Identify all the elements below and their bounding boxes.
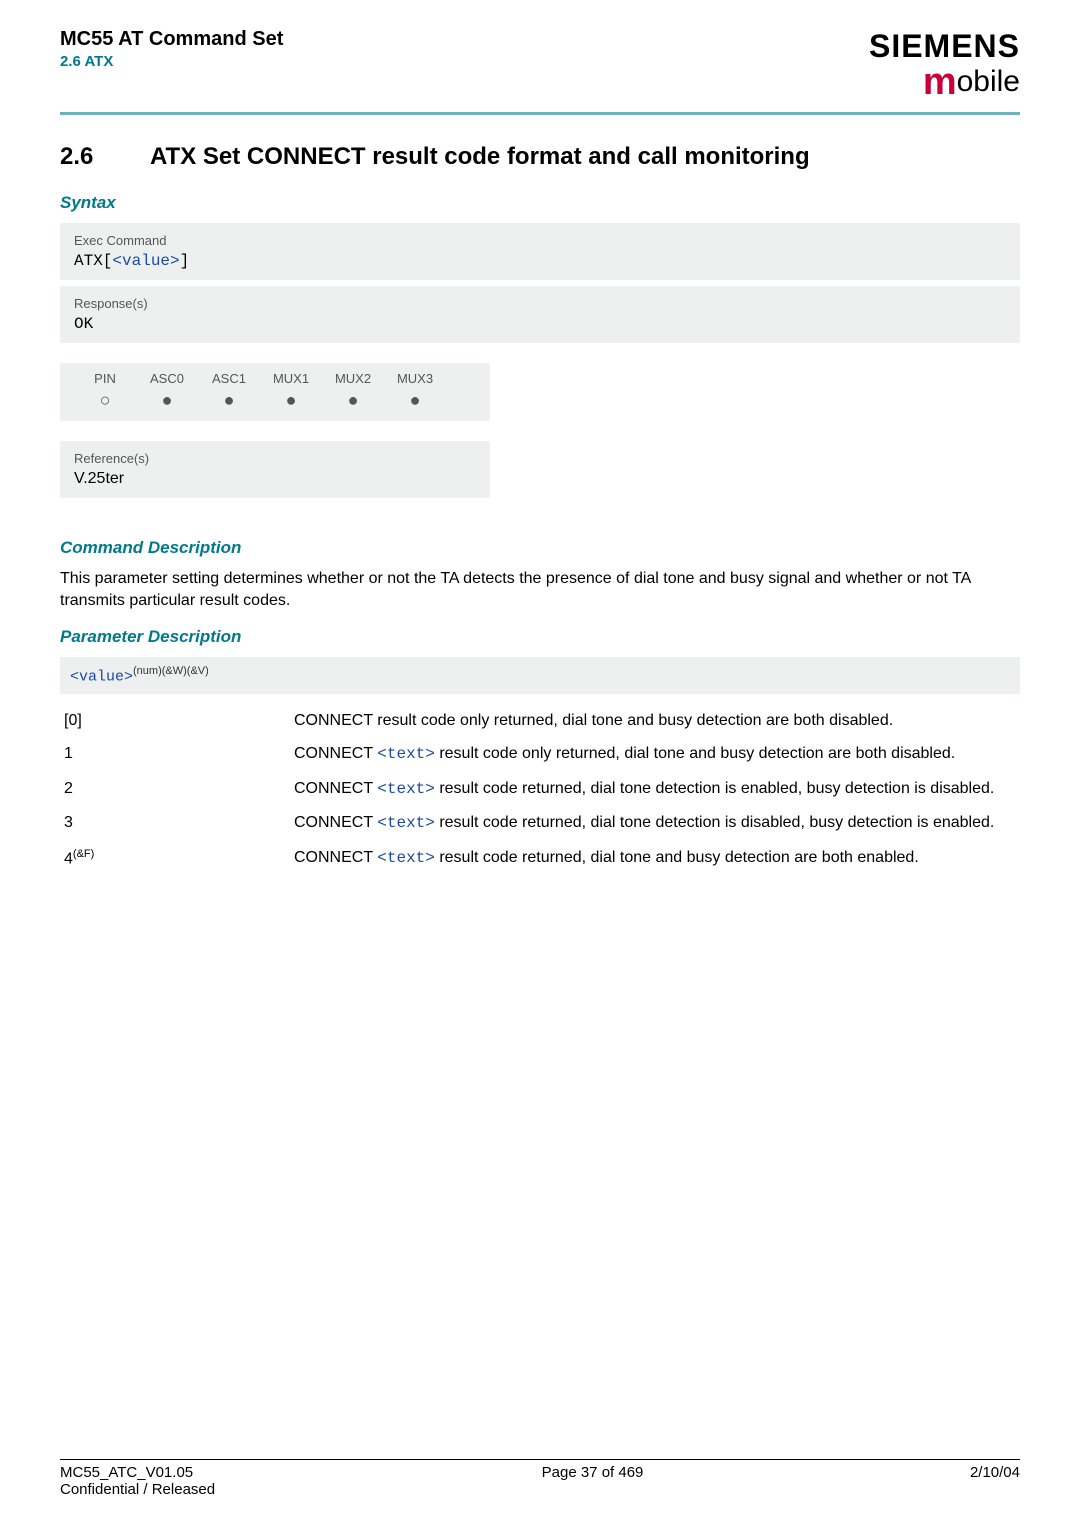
brand-sub-rest: obile [957,65,1020,98]
param-val-3-pre: CONNECT [294,814,377,831]
text-link[interactable]: <text> [377,745,435,763]
param-code-sup: (num)(&W)(&V) [133,665,209,677]
doc-section-ref: 2.6 ATX [60,53,283,70]
reference-box: Reference(s) V.25ter [60,441,490,498]
param-key-3-text: 3 [64,814,73,831]
param-val-0-text: CONNECT result code only returned, dial … [294,712,893,729]
param-key-0: [0] [60,704,290,738]
reference-label: Reference(s) [74,451,476,466]
pin-col-pin: PIN [74,371,136,386]
section-heading: 2.6ATX Set CONNECT result code format an… [60,143,1020,171]
param-key-0-text: [0] [64,712,82,729]
pin-col-mux2: MUX2 [322,371,384,386]
param-key-3: 3 [60,806,290,841]
param-val-4-post: result code returned, dial tone and busy… [435,849,919,866]
param-key-1-text: 1 [64,745,73,762]
brand-subtitle: mobile [869,61,1020,104]
exec-command-box: Exec Command ATX[<value>] [60,223,1020,280]
param-val-2-post: result code returned, dial tone detectio… [435,780,994,797]
pin-dot-5: ● [384,390,446,411]
param-val-1-pre: CONNECT [294,745,377,762]
pin-support-box: PIN ASC0 ASC1 MUX1 MUX2 MUX3 ○ ● ● ● ● ● [60,363,490,421]
reference-value: V.25ter [74,470,476,488]
pin-col-asc1: ASC1 [198,371,260,386]
param-val-3: CONNECT <text> result code returned, dia… [290,806,1020,841]
param-val-2-pre: CONNECT [294,780,377,797]
response-label: Response(s) [74,296,1006,311]
param-val-2: CONNECT <text> result code returned, dia… [290,772,1020,807]
exec-pre: ATX[ [74,252,112,270]
exec-command-value: ATX[<value>] [74,252,1006,270]
param-table: [0] CONNECT result code only returned, d… [60,704,1020,876]
param-val-3-post: result code returned, dial tone detectio… [435,814,994,831]
pin-dot-1: ● [136,390,198,411]
pin-dot-4: ● [322,390,384,411]
table-row: 2 CONNECT <text> result code returned, d… [60,772,1020,807]
param-key-4-sup: (&F) [73,848,94,860]
command-desc-heading: Command Description [60,538,1020,558]
brand-sub-m: m [923,61,957,103]
pin-header-row: PIN ASC0 ASC1 MUX1 MUX2 MUX3 [60,363,490,390]
page-header: MC55 AT Command Set 2.6 ATX SIEMENS mobi… [60,28,1020,104]
text-link[interactable]: <text> [377,814,435,832]
param-key-2-text: 2 [64,780,73,797]
pin-dot-0: ○ [74,390,136,411]
text-link[interactable]: <text> [377,849,435,867]
doc-title: MC55 AT Command Set [60,28,283,51]
pin-col-asc0: ASC0 [136,371,198,386]
param-val-1-post: result code only returned, dial tone and… [435,745,955,762]
footer-confidential: Confidential / Released [60,1481,215,1498]
page-footer: MC55_ATC_V01.05 Confidential / Released … [60,1459,1020,1498]
footer-date: 2/10/04 [970,1464,1020,1498]
table-row: 4(&F) CONNECT <text> result code returne… [60,841,1020,876]
param-key-4: 4(&F) [60,841,290,876]
footer-rule [60,1459,1020,1460]
param-key-4-text: 4 [64,850,73,867]
exec-post: ] [180,252,190,270]
table-row: 1 CONNECT <text> result code only return… [60,737,1020,772]
param-val-1: CONNECT <text> result code only returned… [290,737,1020,772]
pin-col-mux3: MUX3 [384,371,446,386]
pin-col-mux1: MUX1 [260,371,322,386]
exec-command-label: Exec Command [74,233,1006,248]
footer-left: MC55_ATC_V01.05 Confidential / Released [60,1464,215,1498]
pin-dot-3: ● [260,390,322,411]
section-number: 2.6 [60,143,150,171]
table-row: 3 CONNECT <text> result code returned, d… [60,806,1020,841]
footer-page: Page 37 of 469 [542,1464,644,1498]
pin-dot-row: ○ ● ● ● ● ● [60,390,490,421]
section-title: ATX Set CONNECT result code format and c… [150,143,810,170]
text-link[interactable]: <text> [377,780,435,798]
param-val-4-pre: CONNECT [294,849,377,866]
table-row: [0] CONNECT result code only returned, d… [60,704,1020,738]
param-val-4: CONNECT <text> result code returned, dia… [290,841,1020,876]
param-key-2: 2 [60,772,290,807]
header-right: SIEMENS mobile [869,28,1020,104]
header-left: MC55 AT Command Set 2.6 ATX [60,28,283,70]
response-value: OK [74,315,1006,333]
param-header-box: <value>(num)(&W)(&V) [60,657,1020,693]
pin-dot-2: ● [198,390,260,411]
param-code[interactable]: <value> [70,669,133,686]
header-rule [60,112,1020,115]
exec-param-link[interactable]: <value> [112,252,179,270]
brand-logo: SIEMENS [869,28,1020,65]
command-desc-text: This parameter setting determines whethe… [60,568,1020,611]
param-key-1: 1 [60,737,290,772]
param-desc-heading: Parameter Description [60,627,1020,647]
syntax-heading: Syntax [60,193,1020,213]
response-box: Response(s) OK [60,286,1020,343]
param-val-0: CONNECT result code only returned, dial … [290,704,1020,738]
footer-doc-id: MC55_ATC_V01.05 [60,1464,215,1481]
